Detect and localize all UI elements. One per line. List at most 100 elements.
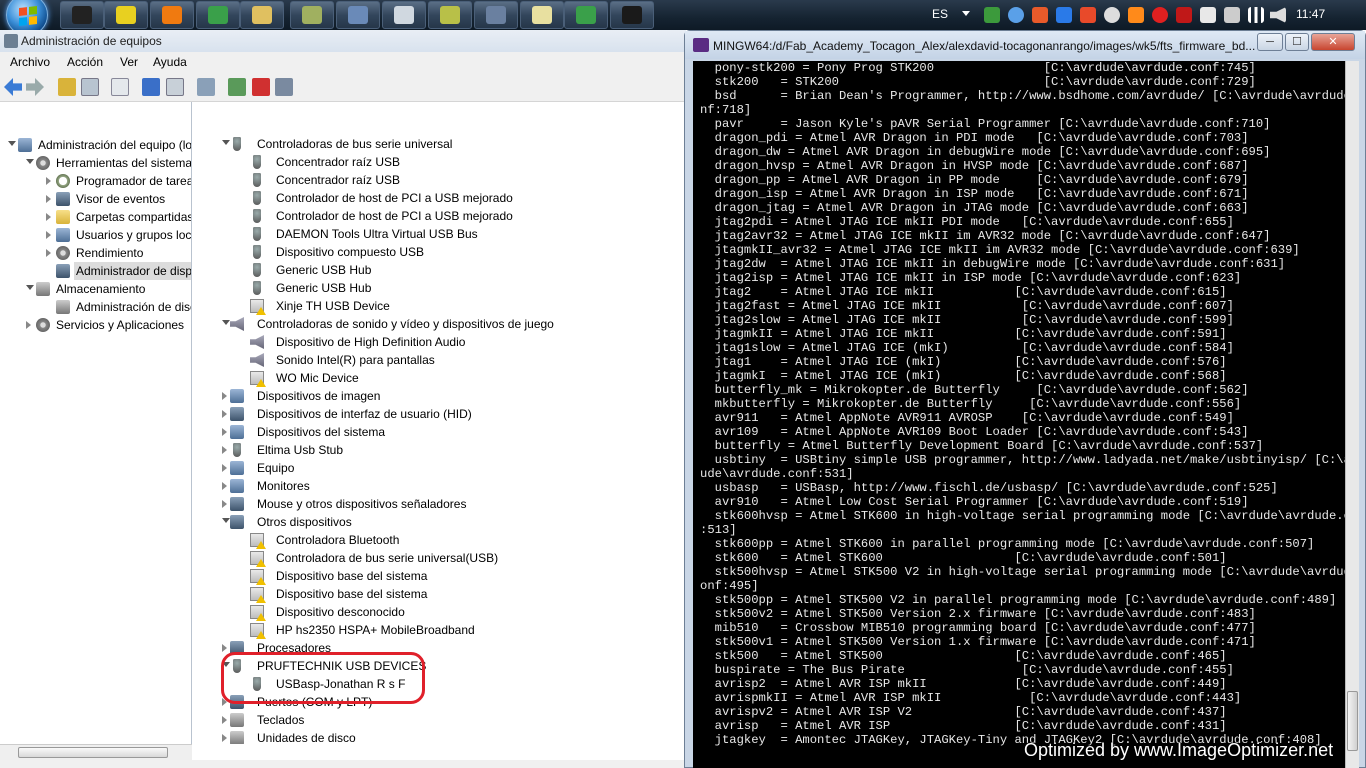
nav-item[interactable]: Administración de disco: [0, 298, 191, 316]
collapse-arrow-icon[interactable]: [222, 320, 230, 325]
app-tray-icon[interactable]: [1080, 7, 1096, 23]
expand-arrow-icon[interactable]: [222, 392, 227, 400]
taskbar-button-13[interactable]: [610, 1, 654, 29]
device-category[interactable]: Eltima Usb Stub: [196, 441, 686, 459]
device-item[interactable]: Xinje TH USB Device: [196, 297, 686, 315]
device-category[interactable]: Monitores: [196, 477, 686, 495]
collapse-arrow-icon[interactable]: [8, 141, 16, 146]
horizontal-scrollbar[interactable]: [0, 744, 192, 760]
device-item[interactable]: Controladora Bluetooth: [196, 531, 686, 549]
expand-arrow-icon[interactable]: [222, 464, 227, 472]
device-item[interactable]: Sonido Intel(R) para pantallas: [196, 351, 686, 369]
taskbar-button-9[interactable]: [428, 1, 472, 29]
device-item[interactable]: Generic USB Hub: [196, 279, 686, 297]
close-button[interactable]: ✕: [1311, 33, 1355, 51]
taskbar-button-6[interactable]: [290, 1, 334, 29]
menu-accion[interactable]: Acción: [67, 55, 103, 69]
vertical-scrollbar[interactable]: [1345, 61, 1359, 768]
flag-tray-icon[interactable]: [1200, 7, 1216, 23]
clock[interactable]: 11:47: [1296, 7, 1325, 21]
device-category[interactable]: Equipo: [196, 459, 686, 477]
collapse-arrow-icon[interactable]: [222, 140, 230, 145]
collapse-arrow-icon[interactable]: [222, 518, 230, 523]
taskbar-button-2[interactable]: [104, 1, 148, 29]
signal-tray-icon[interactable]: [1248, 7, 1264, 23]
device-category[interactable]: Otros dispositivos: [196, 513, 686, 531]
dropbox-tray-icon[interactable]: [1056, 7, 1072, 23]
device-item[interactable]: Dispositivo compuesto USB: [196, 243, 686, 261]
device-item[interactable]: Controlador de host de PCI a USB mejorad…: [196, 189, 686, 207]
device-category[interactable]: Controladoras de bus serie universal: [196, 135, 686, 153]
device-item[interactable]: Dispositivo base del sistema: [196, 567, 686, 585]
expand-arrow-icon[interactable]: [222, 644, 227, 652]
help-icon[interactable]: [142, 78, 160, 96]
taskbar-button-5[interactable]: [240, 1, 284, 29]
taskbar-button-12[interactable]: [564, 1, 608, 29]
menu-ayuda[interactable]: Ayuda: [153, 55, 187, 69]
taskbar-button-1[interactable]: [60, 1, 104, 29]
menu-ver[interactable]: Ver: [120, 55, 138, 69]
device-tray-icon[interactable]: [1224, 7, 1240, 23]
action-pane-icon[interactable]: [166, 78, 184, 96]
nav-item[interactable]: Administrador de dispo: [56, 262, 191, 280]
expand-arrow-icon[interactable]: [222, 716, 227, 724]
uninstall-icon[interactable]: [252, 78, 270, 96]
cloud-tray-icon[interactable]: [1008, 7, 1024, 23]
collapse-arrow-icon[interactable]: [26, 285, 34, 290]
scan-hardware-icon[interactable]: [197, 78, 215, 96]
device-category[interactable]: Teclados: [196, 711, 686, 729]
nav-item[interactable]: Administración del equipo (loc: [0, 136, 191, 154]
back-icon[interactable]: [4, 78, 22, 96]
nav-item[interactable]: Carpetas compartidas: [0, 208, 191, 226]
device-category[interactable]: Dispositivos del sistema: [196, 423, 686, 441]
nav-item[interactable]: Servicios y Aplicaciones: [0, 316, 191, 334]
device-category[interactable]: Mouse y otros dispositivos señaladores: [196, 495, 686, 513]
taskbar-button-11[interactable]: [520, 1, 564, 29]
device-item[interactable]: Dispositivo de High Definition Audio: [196, 333, 686, 351]
device-item[interactable]: Dispositivo desconocido: [196, 603, 686, 621]
device-item[interactable]: Dispositivo base del sistema: [196, 585, 686, 603]
battery-tray-icon[interactable]: [984, 7, 1000, 23]
device-item[interactable]: Concentrador raíz USB: [196, 171, 686, 189]
scrollbar-thumb[interactable]: [18, 747, 168, 758]
expand-arrow-icon[interactable]: [46, 195, 51, 203]
nav-item[interactable]: Herramientas del sistema: [0, 154, 191, 172]
expand-arrow-icon[interactable]: [222, 410, 227, 418]
taskbar-button-4[interactable]: [196, 1, 240, 29]
expand-arrow-icon[interactable]: [46, 249, 51, 257]
terminal-output[interactable]: pony-stk200 = Pony Prog STK200 [C:\avrdu…: [693, 61, 1345, 768]
device-item[interactable]: HP hs2350 HSPA+ MobileBroadband: [196, 621, 686, 639]
show-tree-icon[interactable]: [81, 78, 99, 96]
volume-tray-icon[interactable]: [1270, 7, 1286, 23]
language-dropdown-icon[interactable]: [962, 11, 970, 16]
device-item[interactable]: Generic USB Hub: [196, 261, 686, 279]
expand-arrow-icon[interactable]: [26, 321, 31, 329]
expand-arrow-icon[interactable]: [46, 231, 51, 239]
up-folder-icon[interactable]: [58, 78, 76, 96]
language-indicator[interactable]: ES: [932, 7, 948, 21]
nav-item[interactable]: Visor de eventos: [0, 190, 191, 208]
device-item[interactable]: Controladora de bus serie universal(USB): [196, 549, 686, 567]
menu-archivo[interactable]: Archivo: [10, 55, 50, 69]
onedrive-tray-icon[interactable]: [1104, 7, 1120, 23]
nav-item[interactable]: Usuarios y grupos locale: [0, 226, 191, 244]
properties-icon[interactable]: [111, 78, 129, 96]
taskbar-button-3[interactable]: [150, 1, 194, 29]
taskbar-button-7[interactable]: [336, 1, 380, 29]
maximize-button[interactable]: ☐: [1285, 33, 1309, 51]
taskbar-button-10[interactable]: [474, 1, 518, 29]
nav-item[interactable]: Almacenamiento: [0, 280, 191, 298]
window-titlebar[interactable]: Administración de equipos: [0, 30, 686, 52]
antivirus-tray-icon[interactable]: [1176, 7, 1192, 23]
expand-arrow-icon[interactable]: [222, 734, 227, 742]
expand-arrow-icon[interactable]: [46, 213, 51, 221]
terminal-titlebar[interactable]: MINGW64:/d/Fab_Academy_Tocagon_Alex/alex…: [685, 31, 1365, 59]
device-item[interactable]: Concentrador raíz USB: [196, 153, 686, 171]
device-item[interactable]: Controlador de host de PCI a USB mejorad…: [196, 207, 686, 225]
nav-item[interactable]: Programador de tareas: [0, 172, 191, 190]
scrollbar-thumb[interactable]: [1347, 691, 1358, 751]
device-category[interactable]: Dispositivos de imagen: [196, 387, 686, 405]
minimize-button[interactable]: ─: [1257, 33, 1283, 51]
nav-item[interactable]: Rendimiento: [0, 244, 191, 262]
expand-arrow-icon[interactable]: [222, 482, 227, 490]
